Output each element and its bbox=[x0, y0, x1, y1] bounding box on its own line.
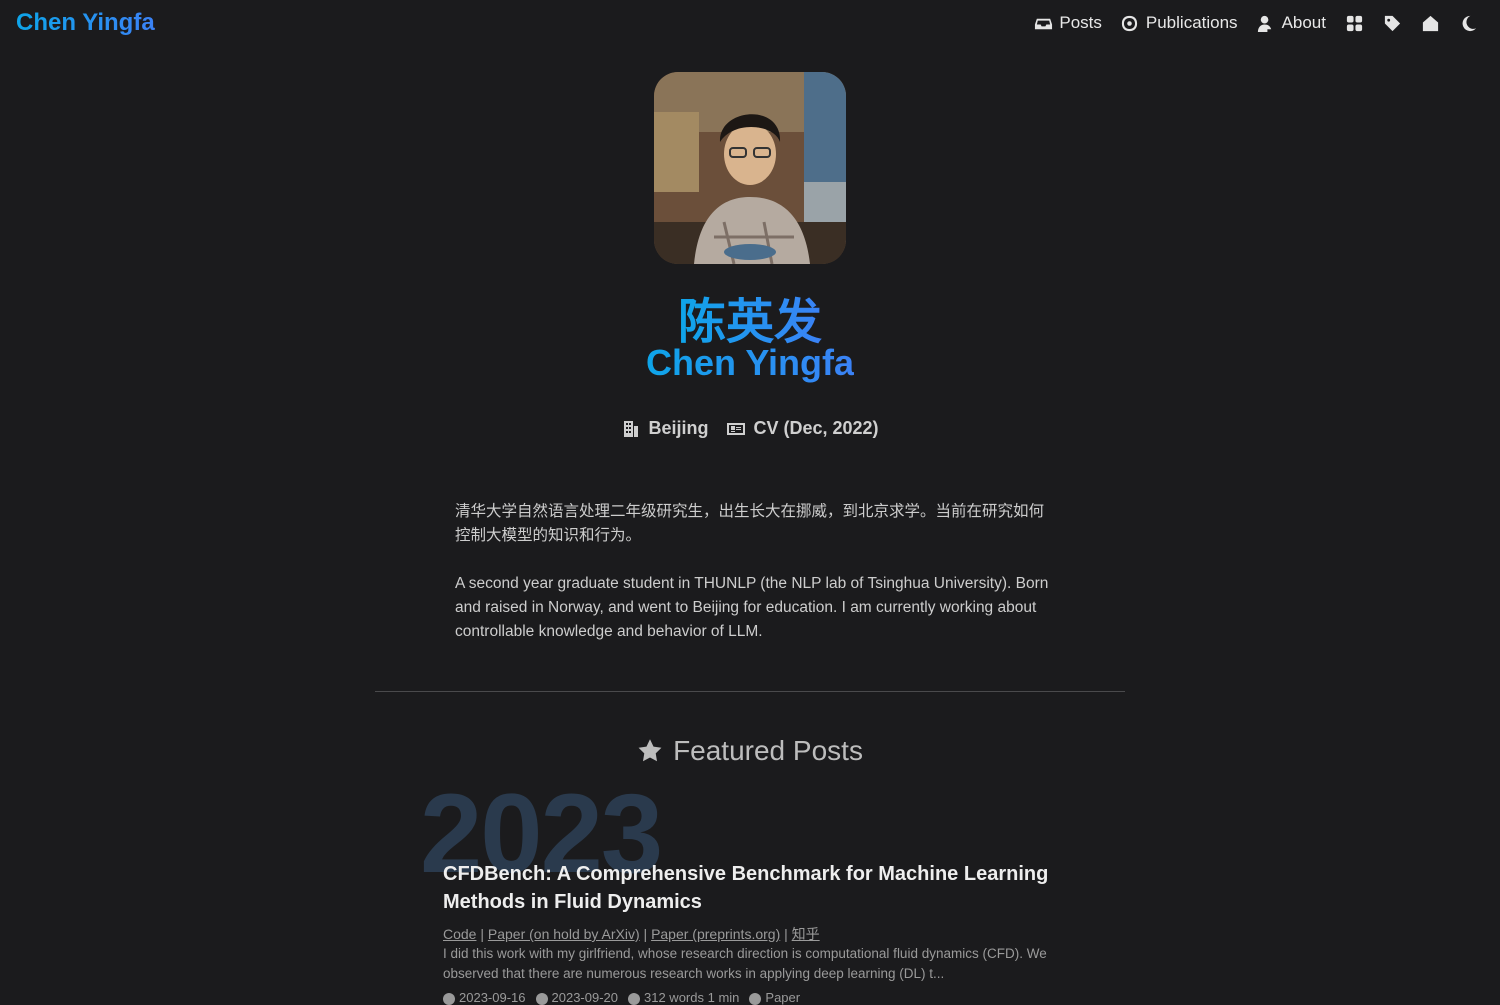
site-logo[interactable]: Chen Yingfa bbox=[16, 9, 155, 37]
post-updated: 2023-09-20 bbox=[535, 990, 618, 1005]
nav-posts-label: Posts bbox=[1059, 13, 1102, 32]
building-icon bbox=[624, 420, 639, 437]
clock-icon bbox=[443, 992, 455, 1005]
section-divider bbox=[375, 691, 1125, 692]
post-title[interactable]: CFDBench: A Comprehensive Benchmark for … bbox=[443, 860, 1063, 916]
code-link[interactable]: Code bbox=[443, 926, 476, 942]
nav-about-label: About bbox=[1281, 13, 1326, 32]
home-icon[interactable] bbox=[1420, 13, 1440, 33]
featured-title: Featured Posts bbox=[673, 735, 863, 766]
tag-icon[interactable] bbox=[1382, 13, 1402, 33]
post-date: 2023-09-16 bbox=[443, 990, 526, 1005]
profile-meta: Beijing CV (Dec, 2022) bbox=[0, 418, 1500, 439]
post-links: Code | Paper (on hold by ArXiv) | Paper … bbox=[443, 926, 820, 942]
location-label: Beijing bbox=[648, 418, 709, 438]
top-nav-bar: Chen Yingfa Posts Publications About bbox=[0, 0, 1500, 50]
folder-icon bbox=[749, 992, 762, 1005]
profile-avatar bbox=[654, 72, 846, 264]
cv-label: CV (Dec, 2022) bbox=[753, 418, 879, 438]
bio-chinese: 清华大学自然语言处理二年级研究生，出生长大在挪威，到北京求学。当前在研究如何控制… bbox=[455, 503, 1045, 544]
post-category[interactable]: Paper bbox=[749, 990, 800, 1005]
profile-name-english: Chen Yingfa bbox=[645, 342, 855, 383]
zhihu-link[interactable]: 知乎 bbox=[792, 926, 820, 942]
user-icon bbox=[1256, 13, 1276, 33]
featured-posts-heading: Featured Posts bbox=[0, 735, 1500, 767]
nav-publications[interactable]: Publications bbox=[1120, 13, 1238, 33]
main-nav: Posts Publications About bbox=[1033, 13, 1478, 33]
nav-about[interactable]: About bbox=[1256, 13, 1326, 33]
bio-english: A second year graduate student in THUNLP… bbox=[455, 575, 1049, 640]
location: Beijing bbox=[621, 418, 708, 439]
id-card-icon bbox=[727, 422, 746, 435]
apps-icon[interactable] bbox=[1344, 13, 1364, 33]
refresh-icon bbox=[535, 992, 548, 1005]
nav-posts[interactable]: Posts bbox=[1033, 13, 1102, 33]
paper-preprints-link[interactable]: Paper (preprints.org) bbox=[651, 926, 780, 942]
nav-publications-label: Publications bbox=[1145, 13, 1238, 32]
star-icon bbox=[638, 739, 662, 762]
post-excerpt: I did this work with my girlfriend, whos… bbox=[443, 946, 1047, 981]
moon-icon[interactable] bbox=[1458, 13, 1478, 33]
inbox-icon bbox=[1033, 13, 1053, 33]
cv-link[interactable]: CV (Dec, 2022) bbox=[726, 418, 879, 439]
bio: 清华大学自然语言处理二年级研究生，出生长大在挪威，到北京求学。当前在研究如何控制… bbox=[455, 500, 1055, 668]
post-words: 312 words 1 min bbox=[628, 990, 739, 1005]
book-icon bbox=[628, 992, 640, 1005]
atom-icon bbox=[1120, 13, 1140, 33]
post-meta: 2023-09-16 2023-09-20 312 words 1 min Pa… bbox=[443, 990, 800, 1005]
paper-arxiv-link[interactable]: Paper (on hold by ArXiv) bbox=[488, 926, 640, 942]
